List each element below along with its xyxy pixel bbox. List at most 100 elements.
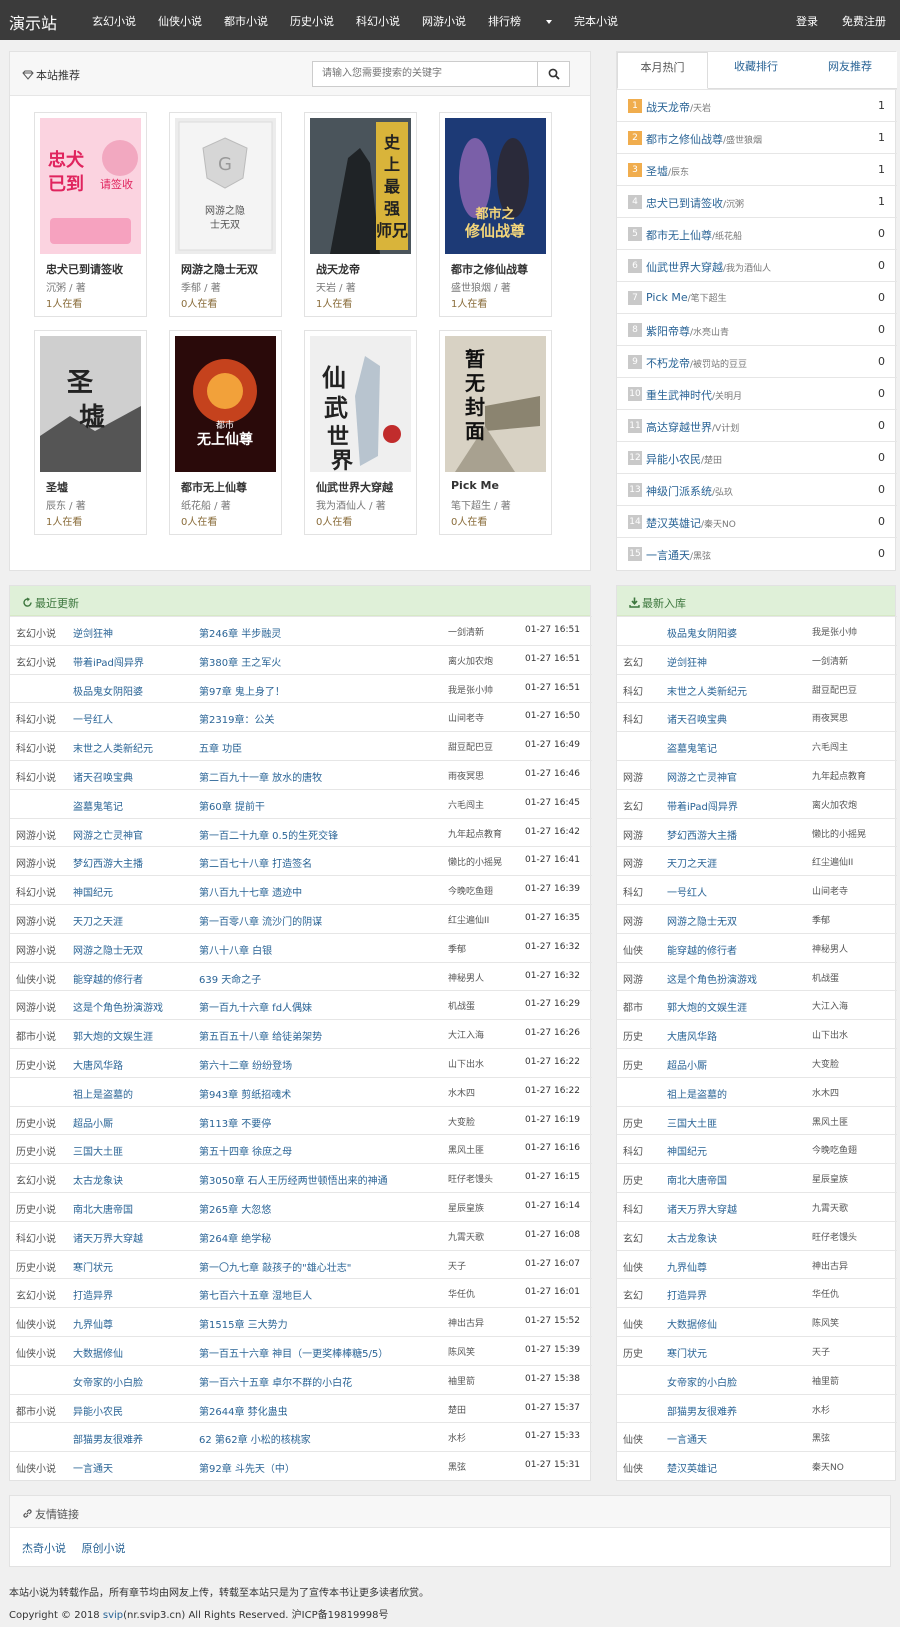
book-card[interactable]: 仙 武 世 界 仙武世界大穿越 我为酒仙人 / 著 0人在看	[304, 330, 417, 535]
hot-list-item[interactable]: 9 不朽龙帝/被罚站的豆豆 0	[617, 345, 897, 377]
hot-item-title[interactable]: 都市无上仙尊	[646, 229, 712, 242]
update-book-link[interactable]: 末世之人类新纪元	[73, 740, 153, 755]
hot-item-title[interactable]: 一言通天	[646, 549, 690, 562]
new-book-link[interactable]: 极品鬼女阴阳婆	[667, 625, 737, 640]
hot-item-title[interactable]: 忠犬已到请签收	[646, 197, 723, 210]
update-book-link[interactable]: 祖上是盗墓的	[73, 1086, 133, 1101]
book-card[interactable]: 暂 无 封 面 Pick Me 笔下超生 / 著 0人在看	[439, 330, 552, 535]
update-book-link[interactable]: 盗墓鬼笔记	[73, 798, 123, 813]
new-book-link[interactable]: 一言通天	[667, 1431, 707, 1446]
update-chapter-link[interactable]: 第一百九十六章 fd人偶妹	[199, 999, 312, 1014]
update-book-link[interactable]: 三国大土匪	[73, 1143, 123, 1158]
book-card[interactable]: 都市之 修仙战尊 都市之修仙战尊 盛世狼烟 / 著 1人在看	[439, 112, 552, 317]
friend-link[interactable]: 原创小说	[82, 1542, 126, 1555]
book-card[interactable]: G 网游之隐 士无双 网游之隐士无双 季郁 / 著 0人在看	[169, 112, 282, 317]
new-book-link[interactable]: 盗墓鬼笔记	[667, 740, 717, 755]
update-chapter-link[interactable]: 第3050章 石人王历经两世顿悟出来的神通	[199, 1172, 388, 1187]
hot-item-title[interactable]: 圣墟	[646, 165, 668, 178]
update-book-link[interactable]: 寒门状元	[73, 1259, 113, 1274]
search-input[interactable]	[313, 62, 537, 86]
new-book-link[interactable]: 寒门状元	[667, 1345, 707, 1360]
update-book-link[interactable]: 大唐风华路	[73, 1057, 123, 1072]
new-book-link[interactable]: 楚汉英雄记	[667, 1460, 717, 1475]
update-chapter-link[interactable]: 第五十四章 徐庶之母	[199, 1143, 292, 1158]
new-book-link[interactable]: 郭大炮的文娱生涯	[667, 999, 747, 1014]
new-book-link[interactable]: 女帝家的小白脸	[667, 1374, 737, 1389]
update-book-link[interactable]: 大数据修仙	[73, 1345, 123, 1360]
new-book-link[interactable]: 超品小厮	[667, 1057, 707, 1072]
login-link[interactable]: 登录	[796, 13, 818, 29]
tab-favorites[interactable]: 收藏排行	[710, 52, 802, 89]
update-chapter-link[interactable]: 第943章 剪纸招魂术	[199, 1086, 291, 1101]
hot-list-item[interactable]: 15 一言通天/黑弦 0	[617, 537, 897, 569]
new-book-link[interactable]: 太古龙象诀	[667, 1230, 717, 1245]
copyright-link[interactable]: svip	[103, 1610, 123, 1621]
update-book-link[interactable]: 网游之隐士无双	[73, 942, 143, 957]
update-chapter-link[interactable]: 第一百五十六章 神目（一更奖棒棒糖5/5）	[199, 1345, 388, 1360]
site-brand[interactable]: 演示站	[9, 10, 57, 34]
update-book-link[interactable]: 南北大唐帝国	[73, 1201, 133, 1216]
new-book-link[interactable]: 一号红人	[667, 884, 707, 899]
update-chapter-link[interactable]: 第七百六十五章 湿地巨人	[199, 1287, 312, 1302]
hot-item-title[interactable]: 异能小农民	[646, 453, 701, 466]
new-book-link[interactable]: 逆剑狂神	[667, 654, 707, 669]
hot-list-item[interactable]: 11 高达穿越世界/V计划 0	[617, 409, 897, 441]
new-book-link[interactable]: 祖上是盗墓的	[667, 1086, 727, 1101]
new-book-link[interactable]: 这是个角色扮演游戏	[667, 971, 757, 986]
update-book-link[interactable]: 一言通天	[73, 1460, 113, 1475]
update-chapter-link[interactable]: 62 第62章 小松的核桃家	[199, 1431, 311, 1446]
update-book-link[interactable]: 天刀之天涯	[73, 913, 123, 928]
nav-wangyou[interactable]: 网游小说	[422, 13, 466, 29]
update-book-link[interactable]: 九界仙尊	[73, 1316, 113, 1331]
new-book-link[interactable]: 大数据修仙	[667, 1316, 717, 1331]
new-book-link[interactable]: 三国大土匪	[667, 1115, 717, 1130]
update-chapter-link[interactable]: 第一百六十五章 卓尔不群的小白花	[199, 1374, 352, 1389]
nav-wanben[interactable]: 完本小说	[574, 13, 618, 29]
new-book-link[interactable]: 神国纪元	[667, 1143, 707, 1158]
update-book-link[interactable]: 太古龙象诀	[73, 1172, 123, 1187]
update-book-link[interactable]: 神国纪元	[73, 884, 113, 899]
hot-list-item[interactable]: 4 忠犬已到请签收/沉粥 1	[617, 185, 897, 217]
new-book-link[interactable]: 诸天召唤宝典	[667, 711, 727, 726]
new-book-link[interactable]: 末世之人类新纪元	[667, 683, 747, 698]
update-book-link[interactable]: 郭大炮的文娱生涯	[73, 1028, 153, 1043]
book-card[interactable]: 史 上 最 强 师兄 战天龙帝 天岩 / 著 1人在看	[304, 112, 417, 317]
hot-list-item[interactable]: 14 楚汉英雄记/秦天NO 0	[617, 505, 897, 537]
update-book-link[interactable]: 诸天万界大穿越	[73, 1230, 143, 1245]
hot-item-title[interactable]: 高达穿越世界	[646, 421, 712, 434]
nav-xianxia[interactable]: 仙侠小说	[158, 13, 202, 29]
update-chapter-link[interactable]: 第380章 王之军火	[199, 654, 281, 669]
update-chapter-link[interactable]: 第八十八章 白银	[199, 942, 272, 957]
update-chapter-link[interactable]: 639 天命之子	[199, 971, 261, 986]
update-chapter-link[interactable]: 第92章 斗先天（中）	[199, 1460, 295, 1475]
nav-xuanhuan[interactable]: 玄幻小说	[92, 13, 136, 29]
hot-item-title[interactable]: 不朽龙帝	[646, 357, 690, 370]
hot-item-title[interactable]: 仙武世界大穿越	[646, 261, 723, 274]
hot-item-title[interactable]: Pick Me	[646, 291, 688, 304]
hot-list-item[interactable]: 3 圣墟/辰东 1	[617, 153, 897, 185]
hot-list-item[interactable]: 12 异能小农民/楚田 0	[617, 441, 897, 473]
update-chapter-link[interactable]: 第二百九十一章 放水的唐牧	[199, 769, 322, 784]
nav-kehuan[interactable]: 科幻小说	[356, 13, 400, 29]
tab-monthly-hot[interactable]: 本月热门	[617, 52, 708, 89]
book-card[interactable]: 忠犬 已到 请签收 忠犬已到请签收 沉粥 / 著 1人在看	[34, 112, 147, 317]
new-book-link[interactable]: 诸天万界大穿越	[667, 1201, 737, 1216]
hot-item-title[interactable]: 重生武神时代	[646, 389, 712, 402]
update-chapter-link[interactable]: 第六十二章 纷纷登场	[199, 1057, 292, 1072]
update-chapter-link[interactable]: 第264章 绝学秘	[199, 1230, 271, 1245]
update-book-link[interactable]: 网游之亡灵神官	[73, 827, 143, 842]
update-book-link[interactable]: 打造异界	[73, 1287, 113, 1302]
hot-list-item[interactable]: 13 神级门派系统/弘玖 0	[617, 473, 897, 505]
book-card[interactable]: 圣 墟 圣墟 辰东 / 著 1人在看	[34, 330, 147, 535]
update-chapter-link[interactable]: 第五百五十八章 给徒弟架势	[199, 1028, 322, 1043]
update-chapter-link[interactable]: 五章 功臣	[199, 740, 242, 755]
new-book-link[interactable]: 能穿越的修行者	[667, 942, 737, 957]
nav-lishi[interactable]: 历史小说	[290, 13, 334, 29]
new-book-link[interactable]: 打造异界	[667, 1287, 707, 1302]
hot-list-item[interactable]: 10 重生武神时代/关明月 0	[617, 377, 897, 409]
update-book-link[interactable]: 带着iPad闯异界	[73, 654, 144, 669]
hot-item-title[interactable]: 楚汉英雄记	[646, 517, 701, 530]
new-book-link[interactable]: 梦幻西游大主播	[667, 827, 737, 842]
update-chapter-link[interactable]: 第265章 大忽悠	[199, 1201, 271, 1216]
new-book-link[interactable]: 天刀之天涯	[667, 855, 717, 870]
